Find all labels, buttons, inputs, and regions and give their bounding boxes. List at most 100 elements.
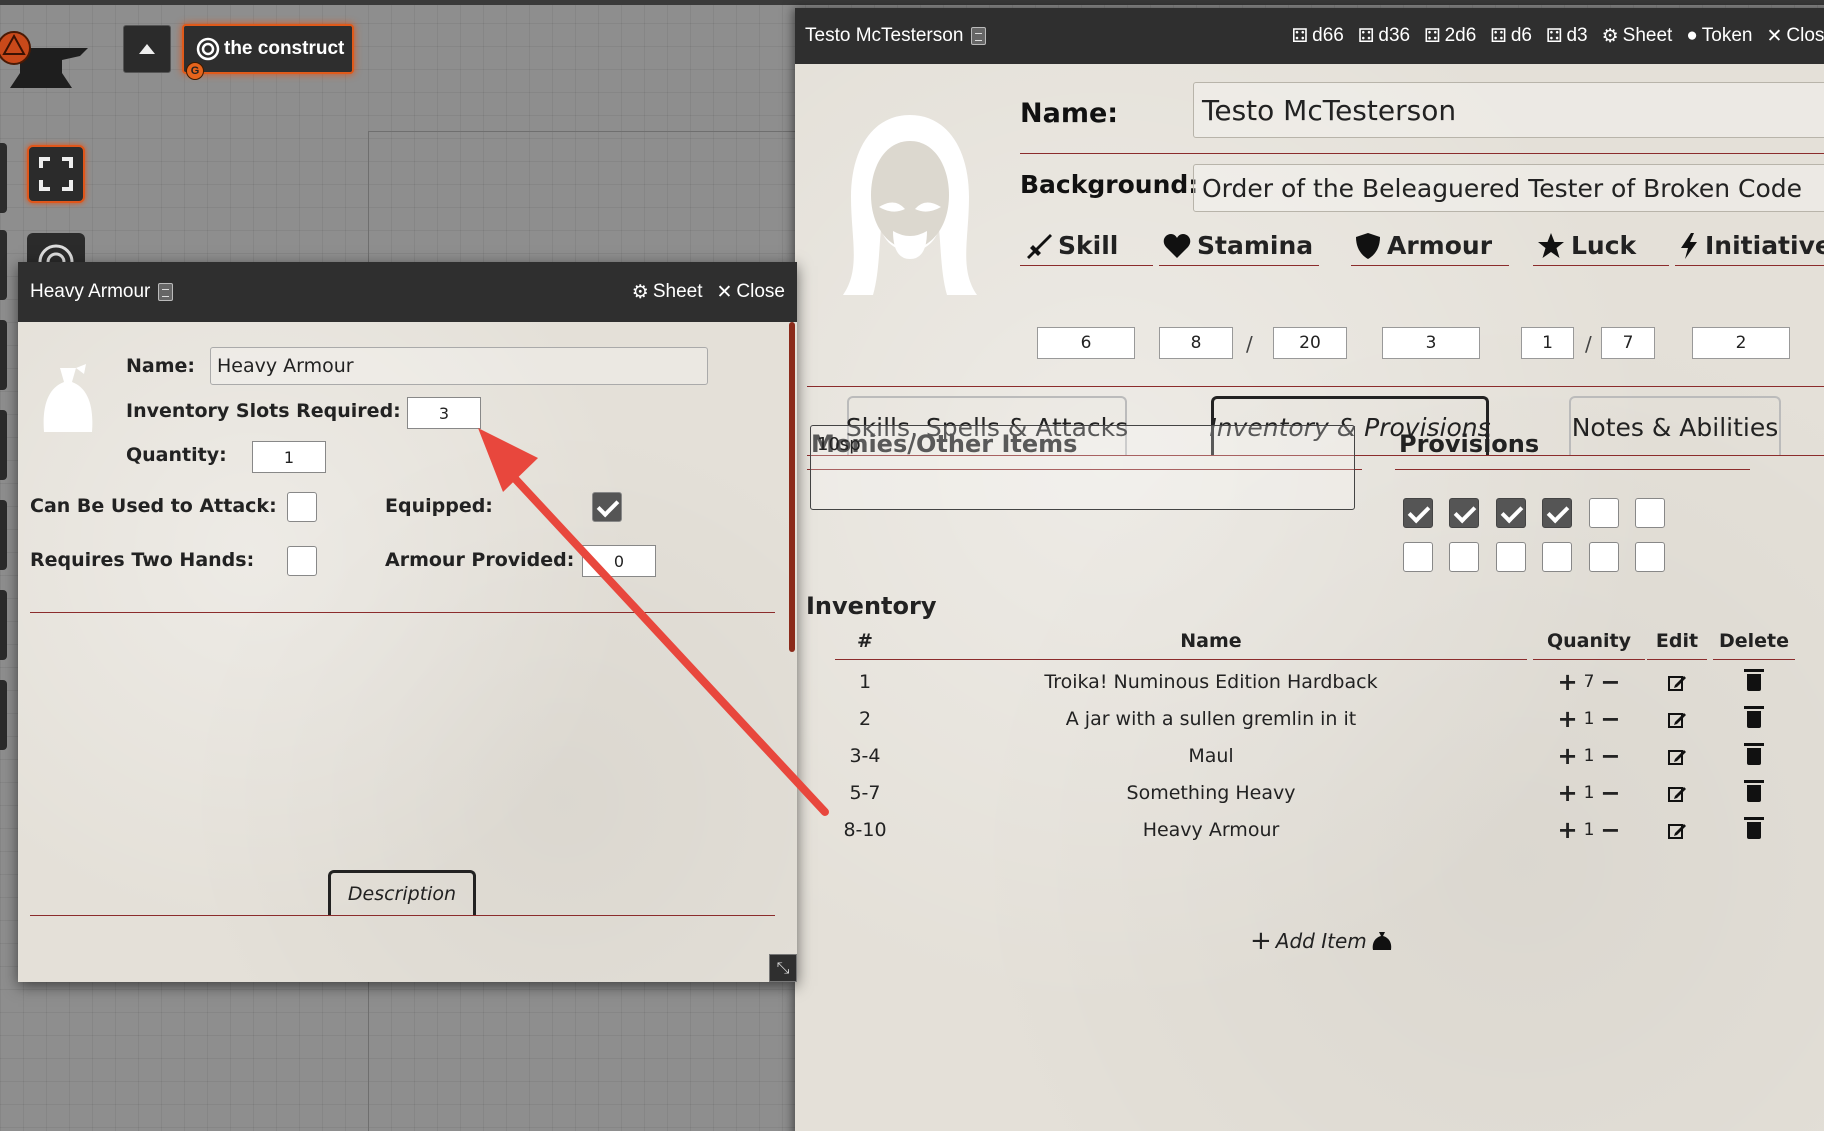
character-name-input[interactable]: Testo McTesterson xyxy=(1193,82,1824,138)
character-sheet-window: Testo McTesterson ⚃ d66 ⚃ d36 ⚃ 2d6 ⚃ d6 ⚃ d3… xyxy=(795,8,1824,1131)
provision-checkbox[interactable] xyxy=(1495,498,1526,528)
decrement-button[interactable]: − xyxy=(1600,778,1620,808)
increment-button[interactable]: + xyxy=(1557,741,1577,771)
layer-selector-button[interactable]: the construct xyxy=(182,24,354,74)
increment-button[interactable]: + xyxy=(1557,667,1577,697)
item-sack-image[interactable] xyxy=(40,364,96,438)
document-id-icon[interactable] xyxy=(971,27,987,45)
add-item-button[interactable]: + Add Item xyxy=(1250,926,1393,956)
two-hands-label: Requires Two Hands: xyxy=(30,549,255,571)
equipped-checkbox[interactable] xyxy=(592,492,622,522)
item-sheet-title: Heavy Armour xyxy=(30,281,151,302)
provision-checkbox[interactable] xyxy=(1588,542,1619,572)
item-sheet-scrollbar[interactable] xyxy=(789,322,795,652)
hooded-figure-portrait[interactable] xyxy=(835,109,985,299)
skill-input[interactable]: 6 xyxy=(1037,327,1135,359)
item-sheet-titlebar[interactable]: Heavy Armour ⚙ Sheet ✕ Close xyxy=(18,262,797,322)
resize-handle[interactable]: ⤡ xyxy=(769,954,797,982)
fullscreen-button[interactable] xyxy=(27,145,85,203)
roll-d6-button[interactable]: ⚃ d6 xyxy=(1490,25,1532,48)
increment-button[interactable]: + xyxy=(1557,815,1577,845)
slots-input[interactable]: 3 xyxy=(407,397,481,429)
close-button[interactable]: ✕Close xyxy=(1767,25,1824,48)
provision-checkbox[interactable] xyxy=(1403,542,1433,572)
stamina-current-input[interactable]: 8 xyxy=(1159,327,1233,359)
two-hands-checkbox[interactable] xyxy=(287,546,317,576)
tool-button-partial[interactable] xyxy=(0,500,7,570)
increment-button[interactable]: + xyxy=(1557,704,1577,734)
decrement-button[interactable]: − xyxy=(1600,704,1620,734)
star-icon xyxy=(1538,232,1564,258)
layer-toggle-button[interactable] xyxy=(123,25,171,73)
inventory-row-number: 1 xyxy=(858,671,872,693)
tab-notes-abilities[interactable]: Notes & Abilities xyxy=(1569,396,1781,456)
quantity-input[interactable]: 1 xyxy=(252,441,326,473)
provision-checkbox[interactable] xyxy=(1403,498,1433,528)
luck-current-input[interactable]: 1 xyxy=(1521,327,1574,359)
edit-item-button[interactable] xyxy=(1647,741,1707,771)
fullscreen-icon xyxy=(39,157,73,191)
trash-icon xyxy=(1744,669,1764,691)
tool-button-partial[interactable] xyxy=(0,590,7,660)
roll-2d6-button[interactable]: ⚃ 2d6 xyxy=(1424,25,1476,48)
edit-item-button[interactable] xyxy=(1647,667,1707,697)
token-config-button[interactable]: ● Token xyxy=(1686,25,1752,47)
provision-checkbox[interactable] xyxy=(1588,498,1619,528)
roll-d36-button[interactable]: ⚃ d36 xyxy=(1358,25,1410,48)
tool-button-partial[interactable] xyxy=(0,143,7,213)
edit-item-button[interactable] xyxy=(1647,815,1707,845)
delete-item-button[interactable] xyxy=(1713,815,1795,845)
item-sheet-config-button[interactable]: ⚙ Sheet xyxy=(632,281,703,304)
edit-item-button[interactable] xyxy=(1647,778,1707,808)
provision-checkbox[interactable] xyxy=(1542,542,1573,572)
item-name-input[interactable]: Heavy Armour xyxy=(210,347,708,385)
provision-checkbox[interactable] xyxy=(1635,542,1665,572)
provision-checkbox[interactable] xyxy=(1449,542,1480,572)
column-header-name: Name xyxy=(895,630,1527,660)
armour-provided-input[interactable]: 0 xyxy=(582,545,656,577)
tab-description[interactable]: Description xyxy=(328,870,476,915)
character-sheet-title: Testo McTesterson xyxy=(805,25,964,46)
stamina-max-input[interactable]: 20 xyxy=(1273,327,1347,359)
roll-d3-button[interactable]: ⚃ d3 xyxy=(1546,25,1588,48)
tool-button-partial[interactable] xyxy=(0,410,7,480)
tool-button-partial[interactable] xyxy=(0,320,7,390)
divider xyxy=(1395,469,1750,470)
delete-item-button[interactable] xyxy=(1713,704,1795,734)
decrement-button[interactable]: − xyxy=(1600,667,1620,697)
initiative-input[interactable]: 2 xyxy=(1692,327,1790,359)
delete-item-button[interactable] xyxy=(1713,741,1795,771)
background-input[interactable]: Order of the Beleaguered Tester of Broke… xyxy=(1193,164,1824,212)
character-sheet-titlebar[interactable]: Testo McTesterson ⚃ d66 ⚃ d36 ⚃ 2d6 ⚃ d6 ⚃ d3… xyxy=(795,8,1824,64)
provision-checkbox[interactable] xyxy=(1542,498,1573,528)
item-sheet-window: Heavy Armour ⚙ Sheet ✕ Close Name: Heavy A… xyxy=(18,262,797,982)
provision-checkbox[interactable] xyxy=(1495,542,1526,572)
tool-button-partial[interactable] xyxy=(0,680,7,750)
attack-checkbox[interactable] xyxy=(287,492,317,522)
tool-button-partial[interactable] xyxy=(0,230,7,300)
roll-d66-button[interactable]: ⚃ d66 xyxy=(1292,25,1344,48)
sheet-config-button[interactable]: ⚙ Sheet xyxy=(1602,25,1673,48)
gear-icon: ⚙ xyxy=(631,281,649,303)
resize-icon: ⤡ xyxy=(776,958,790,977)
edit-item-button[interactable] xyxy=(1647,704,1707,734)
item-close-button[interactable]: ✕ Close xyxy=(717,281,786,304)
provision-checkbox[interactable] xyxy=(1635,498,1665,528)
decrement-button[interactable]: − xyxy=(1600,815,1620,845)
top-strip xyxy=(0,0,1824,5)
luck-max-input[interactable]: 7 xyxy=(1601,327,1655,359)
armour-input[interactable]: 3 xyxy=(1382,327,1480,359)
inventory-row-name: A jar with a sullen gremlin in it xyxy=(1065,708,1357,730)
monies-textarea[interactable]: 10sp xyxy=(810,425,1355,510)
dice-icon: ⚃ xyxy=(1424,25,1441,47)
document-id-icon[interactable] xyxy=(158,283,174,301)
delete-item-button[interactable] xyxy=(1713,778,1795,808)
provisions-heading: Provisions xyxy=(1399,430,1540,458)
anvil-logo-icon xyxy=(0,18,92,98)
decrement-button[interactable]: − xyxy=(1600,741,1620,771)
provision-checkbox[interactable] xyxy=(1449,498,1480,528)
increment-button[interactable]: + xyxy=(1557,778,1577,808)
inventory-row-name: Maul xyxy=(1188,745,1234,767)
quantity-stepper: +1− xyxy=(1533,815,1645,845)
delete-item-button[interactable] xyxy=(1713,667,1795,697)
